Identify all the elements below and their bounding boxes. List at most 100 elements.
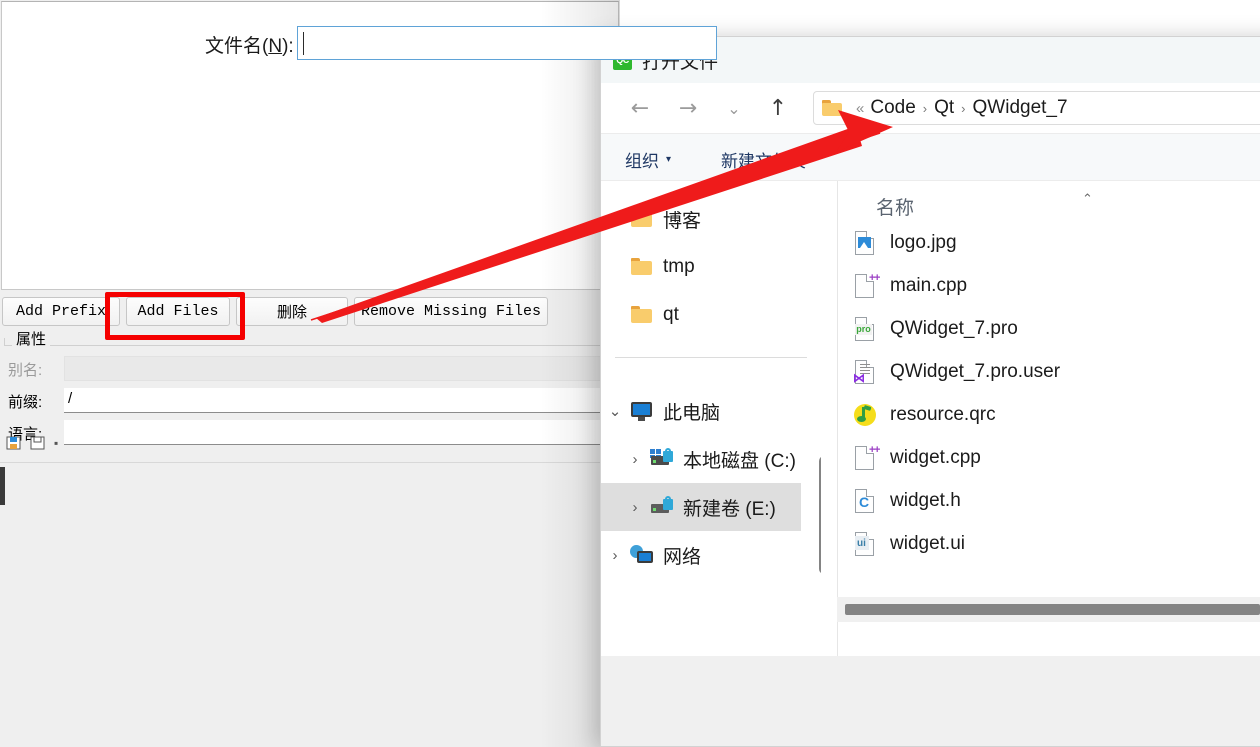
chevron-right-icon[interactable]: › xyxy=(601,547,629,564)
drive-icon xyxy=(649,496,675,518)
file-name: QWidget_7.pro xyxy=(890,317,1018,339)
folder-icon xyxy=(629,304,655,326)
delete-button[interactable]: 删除 xyxy=(236,297,348,326)
group-box-rule-left xyxy=(4,338,5,346)
network-icon xyxy=(629,544,655,566)
breadcrumb-segment-qt[interactable]: Qt xyxy=(934,97,954,119)
header-file-icon: C xyxy=(852,487,878,515)
editor-toolbar-icons: ▪ xyxy=(6,432,166,454)
dialog-command-bar: 组织 ▾ 新建文件夹 xyxy=(601,133,1260,181)
vs-user-file-icon: ⋈ xyxy=(852,358,878,386)
file-name: widget.h xyxy=(890,489,961,511)
folder-icon xyxy=(822,100,842,116)
sidebar-item-tmp[interactable]: tmp xyxy=(601,243,821,291)
remove-missing-files-button[interactable]: Remove Missing Files xyxy=(354,297,548,326)
sidebar-item-new-volume-e[interactable]: › 新建卷 (E:) xyxy=(601,483,801,531)
breadcrumb-overflow-icon[interactable]: « xyxy=(856,100,864,117)
text-caret xyxy=(303,32,304,55)
sidebar-item-blog[interactable]: 博客 xyxy=(601,195,821,243)
filename-label-post: ): xyxy=(282,36,294,57)
file-row[interactable]: resource.qrc xyxy=(838,393,1260,436)
sidebar-item-label: qt xyxy=(663,304,679,325)
save-icon[interactable] xyxy=(6,435,22,451)
file-row[interactable]: ⋈ QWidget_7.pro.user xyxy=(838,350,1260,393)
editor-bottom-pane xyxy=(0,462,620,747)
sidebar-item-local-disk-c[interactable]: › 本地磁盘 (C:) xyxy=(601,435,801,483)
file-name: main.cpp xyxy=(890,274,968,296)
left-edge-marker xyxy=(0,467,5,505)
file-row[interactable]: logo.jpg xyxy=(838,221,1260,264)
qt-resource-editor: Add Prefix Add Files 删除 Remove Missing F… xyxy=(0,0,620,747)
file-row[interactable]: C widget.h xyxy=(838,479,1260,522)
chevron-down-icon[interactable]: ⌄ xyxy=(601,402,629,420)
prefix-field[interactable]: / xyxy=(64,388,612,413)
image-file-icon xyxy=(852,229,878,257)
navigation-pane[interactable]: 博客 tmp qt ⌄ 此电脑 › 本地磁盘 (C:) › 新建卷 (E:) ›… xyxy=(601,181,821,656)
computer-icon xyxy=(629,400,655,422)
windows-drive-icon xyxy=(649,448,675,470)
file-list-hscrollbar-track[interactable] xyxy=(837,597,1260,622)
file-row[interactable]: pro QWidget_7.pro xyxy=(838,307,1260,350)
chevron-right-icon[interactable]: › xyxy=(621,451,649,468)
chevron-right-icon[interactable]: › xyxy=(961,101,965,116)
save-all-icon[interactable] xyxy=(30,435,46,451)
sidebar-item-label: 网络 xyxy=(663,546,702,568)
open-file-dialog: QC 打开文件 ← → ⌄ ↑ « Code › Qt › QWidget_7 … xyxy=(600,36,1260,747)
file-name: resource.qrc xyxy=(890,403,996,425)
filename-accesskey: N xyxy=(268,36,283,57)
file-row[interactable]: + + widget.cpp xyxy=(838,436,1260,479)
filename-input[interactable] xyxy=(297,26,717,60)
sidebar-scrollbar[interactable] xyxy=(819,456,821,574)
sidebar-divider xyxy=(615,357,807,358)
recent-locations-chevron-down-icon[interactable]: ⌄ xyxy=(717,91,751,125)
more-icon[interactable]: ▪ xyxy=(54,436,58,450)
file-row[interactable]: + + main.cpp xyxy=(838,264,1260,307)
new-folder-button[interactable]: 新建文件夹 xyxy=(721,146,806,172)
qrc-file-icon xyxy=(852,401,878,429)
ui-file-icon: ui xyxy=(852,530,878,558)
sidebar-item-qt[interactable]: qt xyxy=(601,291,821,339)
file-list-hscrollbar-thumb[interactable] xyxy=(845,604,1260,615)
organize-button[interactable]: 组织 ▾ xyxy=(625,146,671,172)
pro-file-icon: pro xyxy=(852,315,878,343)
cpp-file-icon: + + xyxy=(852,444,880,472)
sidebar-item-label: 新建卷 (E:) xyxy=(683,498,776,520)
file-row[interactable]: ui widget.ui xyxy=(838,522,1260,565)
folder-icon xyxy=(629,208,655,230)
breadcrumb-segment-qwidget7[interactable]: QWidget_7 xyxy=(973,97,1068,119)
forward-icon[interactable]: → xyxy=(671,91,705,125)
add-prefix-button[interactable]: Add Prefix xyxy=(2,297,120,326)
screen: Add Prefix Add Files 删除 Remove Missing F… xyxy=(0,0,1260,747)
file-list-view[interactable]: 名称 ⌃ logo.jpg + + main.cpp pro QWidget_7… xyxy=(838,181,1260,656)
dialog-footer xyxy=(601,656,1260,746)
prefix-row: 前缀: / xyxy=(0,388,620,416)
chevron-down-icon: ▾ xyxy=(666,153,672,165)
sidebar-item-label: 本地磁盘 (C:) xyxy=(683,450,796,472)
sort-ascending-icon[interactable]: ⌃ xyxy=(1082,191,1093,207)
column-header-name[interactable]: 名称 xyxy=(876,193,914,220)
alias-field[interactable] xyxy=(64,356,612,381)
sidebar-item-label: 此电脑 xyxy=(663,402,721,424)
alias-row: 别名: xyxy=(0,356,620,384)
sidebar-item-network[interactable]: › 网络 xyxy=(601,531,821,579)
breadcrumb-segment-code[interactable]: Code xyxy=(870,97,915,119)
properties-group-label: 属性 xyxy=(12,328,51,349)
prefix-label: 前缀: xyxy=(8,394,43,411)
breadcrumb[interactable]: « Code › Qt › QWidget_7 xyxy=(813,91,1260,125)
back-icon[interactable]: ← xyxy=(623,91,657,125)
filename-label-pre: 文件名( xyxy=(205,36,269,57)
add-files-button[interactable]: Add Files xyxy=(126,297,230,326)
chevron-right-icon[interactable]: › xyxy=(621,499,649,516)
organize-label: 组织 xyxy=(625,151,659,171)
cpp-file-icon: + + xyxy=(852,272,880,300)
filename-label: 文件名(N): xyxy=(205,31,294,58)
file-name: widget.cpp xyxy=(890,446,981,468)
sidebar-item-label: tmp xyxy=(663,256,695,277)
file-name: QWidget_7.pro.user xyxy=(890,360,1061,382)
resource-button-bar: Add Prefix Add Files 删除 Remove Missing F… xyxy=(0,294,620,330)
sidebar-item-this-pc[interactable]: ⌄ 此电脑 xyxy=(601,387,821,435)
up-level-icon[interactable]: ↑ xyxy=(761,91,795,125)
chevron-right-icon[interactable]: › xyxy=(923,101,927,116)
dialog-navigation-bar: ← → ⌄ ↑ « Code › Qt › QWidget_7 xyxy=(601,83,1260,133)
file-name: widget.ui xyxy=(890,532,965,554)
